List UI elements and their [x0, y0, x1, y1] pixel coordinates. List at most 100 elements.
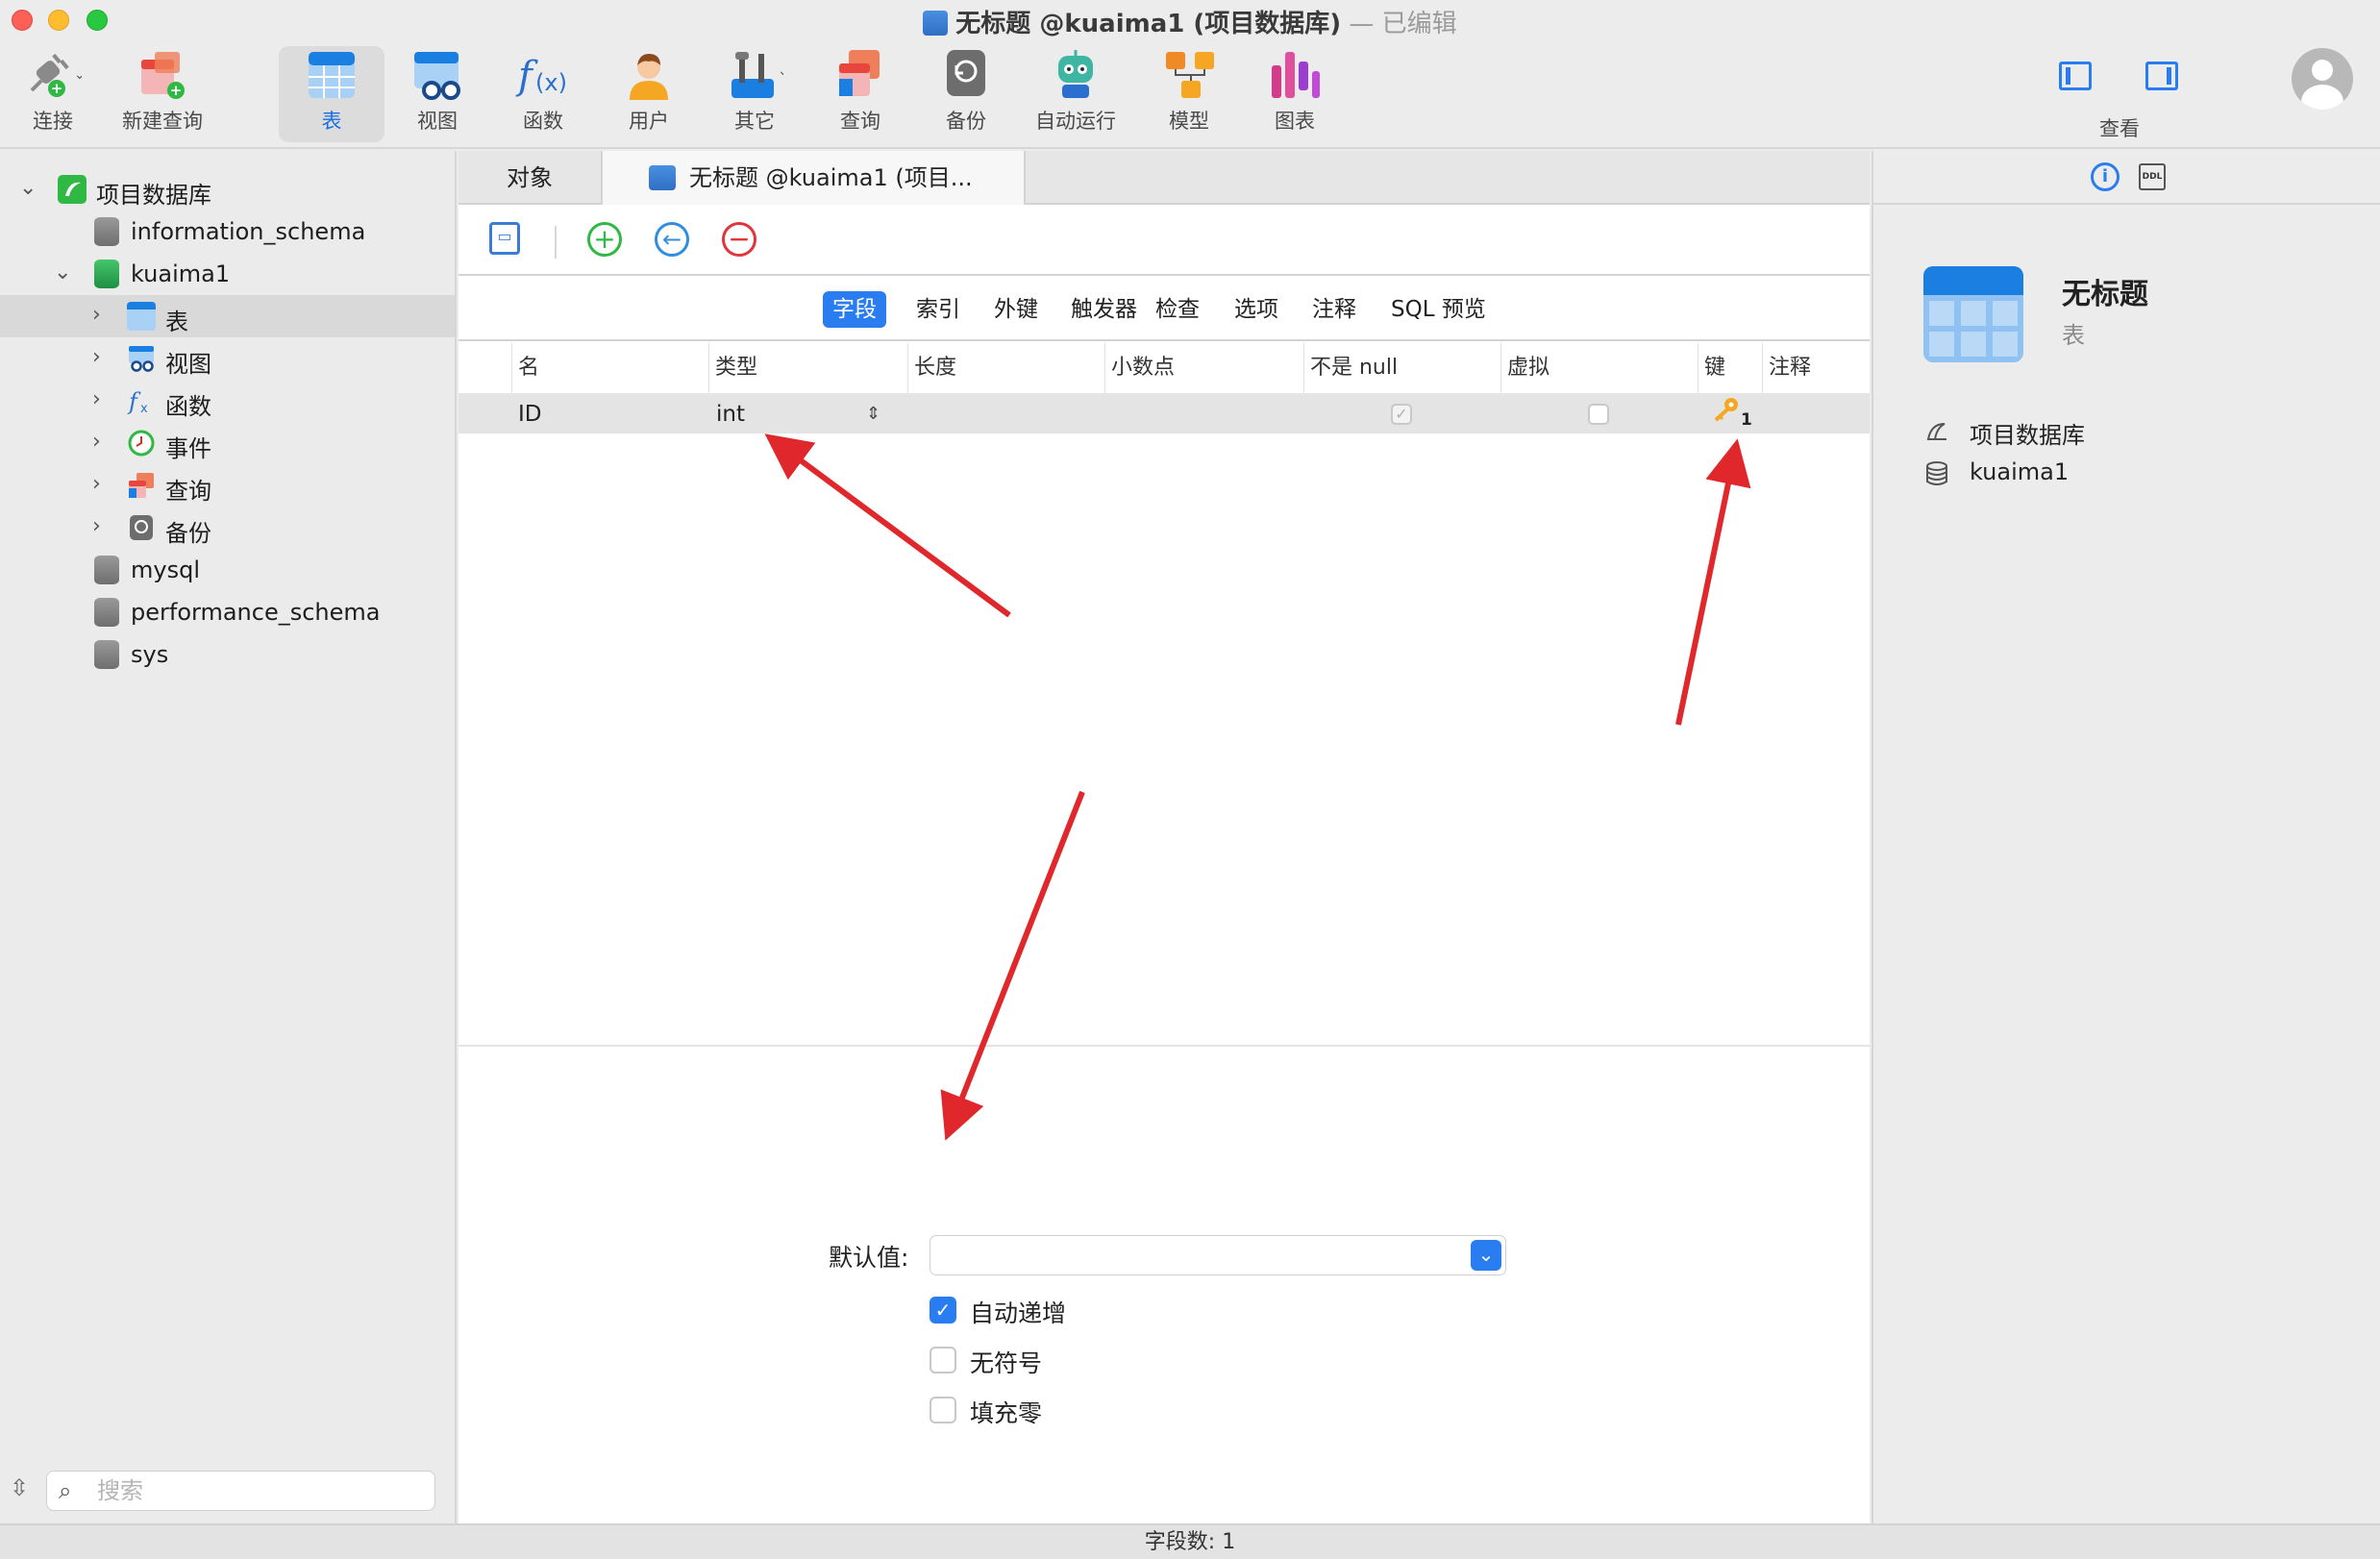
- column-header-comment[interactable]: 注释: [1762, 343, 1870, 393]
- not-null-checkbox[interactable]: ✓: [1391, 404, 1412, 425]
- default-value-combobox[interactable]: ⌄: [930, 1235, 1506, 1275]
- info-panel: i DDL 无标题 表 项目数据库 kuaima1: [1872, 151, 2380, 1523]
- automation-button[interactable]: 自动运行: [1023, 46, 1128, 142]
- column-header-type[interactable]: 类型: [708, 343, 906, 393]
- key-order: 1: [1741, 410, 1752, 430]
- model-icon: [1160, 46, 1218, 104]
- table-design-icon: [649, 165, 676, 190]
- chevron-right-icon[interactable]: ›: [92, 387, 101, 411]
- tab-checks[interactable]: 检查: [1146, 291, 1209, 328]
- chevron-down-icon[interactable]: ⌄: [19, 176, 37, 200]
- sidebar-item-tables[interactable]: › 表: [0, 295, 455, 337]
- table-row[interactable]: ID int ⇕ ✓ 1: [459, 395, 1870, 433]
- view-button[interactable]: 视图: [384, 46, 490, 142]
- virtual-checkbox[interactable]: [1588, 404, 1609, 425]
- filter-icon[interactable]: ⇳: [10, 1474, 29, 1501]
- tab-indexes[interactable]: 索引: [906, 291, 970, 328]
- sidebar-item-views[interactable]: › 视图: [0, 337, 455, 380]
- field-name-cell[interactable]: ID: [518, 395, 542, 433]
- info-icon[interactable]: i: [2091, 162, 2120, 191]
- svg-text:(x): (x): [535, 69, 567, 96]
- database-icon: [94, 260, 119, 288]
- save-icon[interactable]: ▭: [489, 222, 520, 255]
- ddl-icon[interactable]: DDL: [2139, 163, 2166, 190]
- function-button[interactable]: f (x) 函数: [490, 46, 596, 142]
- search-field[interactable]: ⌕: [46, 1471, 435, 1511]
- type-stepper-icon[interactable]: ⇕: [866, 395, 880, 433]
- add-field-icon[interactable]: +: [587, 222, 622, 257]
- clock-icon: [127, 429, 156, 458]
- left-sidebar-toggle-icon[interactable]: [2059, 62, 2092, 90]
- chart-icon: [1266, 46, 1324, 104]
- function-fx-icon: fx: [127, 386, 156, 416]
- default-value-label: 默认值:: [829, 1244, 909, 1272]
- chevron-down-icon[interactable]: ⌄: [1471, 1240, 1501, 1271]
- info-panel-header: i DDL: [1873, 151, 2380, 205]
- avatar[interactable]: [2292, 48, 2353, 110]
- chevron-down-icon[interactable]: ⌄: [54, 260, 71, 285]
- tab-fields[interactable]: 字段: [823, 291, 886, 328]
- zerofill-checkbox[interactable]: [930, 1397, 956, 1423]
- sidebar-item-database[interactable]: ⌄ kuaima1: [0, 253, 455, 295]
- tab-sql-preview[interactable]: SQL 预览: [1381, 291, 1496, 328]
- user-button[interactable]: 用户: [596, 46, 702, 142]
- column-header-not-null[interactable]: 不是 null: [1303, 343, 1500, 393]
- new-query-button[interactable]: + 新建查询: [110, 46, 215, 142]
- other-button[interactable]: ⌄ 其它: [702, 46, 807, 142]
- user-icon: [620, 46, 678, 104]
- database-icon: [94, 217, 119, 246]
- chart-button[interactable]: 图表: [1242, 46, 1348, 142]
- sidebar-item-functions[interactable]: › fx 函数: [0, 380, 455, 422]
- robot-icon: [1047, 46, 1104, 104]
- search-input[interactable]: [97, 1475, 424, 1506]
- tab-table-designer[interactable]: 无标题 @kuaima1 (项目...: [603, 151, 1026, 205]
- fields-grid: 名 类型 长度 小数点 不是 null 虚拟 键 注释 ID int ⇕ ✓ 1: [459, 343, 1870, 1045]
- right-sidebar-toggle-icon[interactable]: [2145, 62, 2178, 90]
- sidebar-item-backups[interactable]: › 备份: [0, 507, 455, 549]
- sidebar-item-queries[interactable]: › 查询: [0, 464, 455, 507]
- column-header-name[interactable]: 名: [511, 343, 656, 393]
- sidebar-item-connection[interactable]: ⌄ 项目数据库: [0, 168, 455, 210]
- tab-objects[interactable]: 对象: [459, 151, 603, 205]
- sidebar-item-events[interactable]: › 事件: [0, 422, 455, 464]
- tab-comments[interactable]: 注释: [1302, 291, 1366, 328]
- search-icon: ⌕: [59, 1477, 72, 1504]
- svg-text:f: f: [127, 388, 141, 415]
- tab-options[interactable]: 选项: [1225, 291, 1288, 328]
- chevron-right-icon[interactable]: ›: [92, 430, 101, 454]
- backup-icon: [937, 46, 995, 104]
- sidebar-item-database[interactable]: performance_schema: [0, 591, 455, 633]
- new-query-icon: +: [134, 46, 191, 104]
- sidebar-item-database[interactable]: mysql: [0, 549, 455, 591]
- model-button[interactable]: 模型: [1136, 46, 1242, 142]
- chevron-right-icon[interactable]: ›: [92, 345, 101, 369]
- plug-icon: + ⌄: [24, 46, 86, 104]
- column-header-length[interactable]: 长度: [907, 343, 1103, 393]
- auto-increment-checkbox[interactable]: ✓: [930, 1297, 956, 1324]
- backup-button[interactable]: 备份: [913, 46, 1019, 142]
- unsigned-checkbox[interactable]: [930, 1347, 956, 1373]
- chevron-right-icon[interactable]: ›: [92, 472, 101, 496]
- insert-field-icon[interactable]: ←: [655, 222, 689, 257]
- column-header-decimals[interactable]: 小数点: [1104, 343, 1302, 393]
- svg-text:+: +: [170, 82, 183, 99]
- view-glasses-icon: [409, 46, 466, 104]
- chevron-right-icon[interactable]: ›: [92, 303, 101, 327]
- function-fx-icon: f (x): [514, 46, 572, 104]
- field-properties: 默认值: ⌄ ✓ 自动递增 无符号 填充零: [459, 1047, 1870, 1523]
- query-button[interactable]: 查询: [807, 46, 913, 142]
- connect-button[interactable]: + ⌄ 连接: [0, 46, 106, 142]
- column-header-key[interactable]: 键: [1698, 343, 1761, 393]
- toolbar: 无标题 @kuaima1 (项目数据库) — 已编辑 + ⌄ 连接 + 新建查询…: [0, 0, 2380, 149]
- field-type-cell[interactable]: int: [716, 395, 745, 433]
- tab-foreign-keys[interactable]: 外键: [984, 291, 1048, 328]
- column-header-virtual[interactable]: 虚拟: [1500, 343, 1697, 393]
- backup-icon: [127, 513, 156, 542]
- tab-triggers[interactable]: 触发器: [1061, 291, 1147, 328]
- tools-icon: ⌄: [726, 46, 789, 104]
- delete-field-icon[interactable]: −: [722, 222, 756, 257]
- sidebar-item-database[interactable]: information_schema: [0, 210, 455, 253]
- chevron-right-icon[interactable]: ›: [92, 514, 101, 538]
- table-button[interactable]: 表: [279, 46, 384, 142]
- sidebar-item-database[interactable]: sys: [0, 633, 455, 676]
